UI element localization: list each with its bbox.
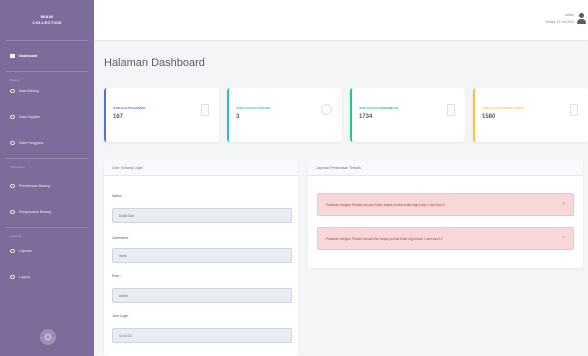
clipboard-icon: [201, 104, 209, 116]
panel-title: Laporan Persediaan Terbaik: [308, 160, 583, 176]
folder-icon: [10, 115, 15, 119]
user-name: Admin: [564, 13, 574, 17]
logout-icon: [10, 275, 15, 279]
page-title: Halaman Dashboard: [104, 57, 205, 69]
toggle-icon: [45, 334, 51, 340]
stat-card-penerimaan: Jumlah Data Penerimaan 1734: [350, 88, 465, 142]
stat-card-supplier: Jumlah Data Supplier 3: [227, 88, 342, 142]
login-time-label: Jam Login :: [112, 314, 131, 318]
user-info[interactable]: Admin Selasa, 12 Juli 2022: [545, 12, 574, 26]
alert-text: Pesanan dengan Pesalin secara Bin tanpa …: [326, 236, 443, 241]
topbar: Admin Selasa, 12 Juli 2022: [94, 0, 588, 40]
stat-value: 3: [236, 114, 240, 120]
role-field[interactable]: admin: [112, 288, 292, 303]
sidebar-toggle-button[interactable]: [40, 329, 56, 345]
clipboard-icon: [447, 104, 455, 116]
panel-title: User Sedang Login: [104, 160, 298, 176]
sidebar-item-label: Laporan: [19, 249, 32, 253]
sidebar-item-penerimaan[interactable]: Penerimaan Barang: [0, 179, 94, 193]
stat-value: 1580: [482, 114, 496, 120]
stat-value: 1734: [359, 114, 373, 120]
role-label: Role :: [112, 274, 122, 278]
report-icon: [10, 249, 15, 253]
report-panel: Laporan Persediaan Terbaik Pesanan denga…: [308, 160, 583, 268]
outbox-icon: [10, 210, 15, 214]
users-icon: [10, 141, 15, 145]
user-login-panel: User Sedang Login Nama : Dwita Sari User…: [104, 160, 298, 356]
sidebar: MIANI COLLECTION Dashboard Master Data B…: [0, 0, 94, 356]
username-label: Username :: [112, 236, 131, 240]
sidebar-item-laporan[interactable]: Laporan: [0, 244, 94, 258]
brand-line2: COLLECTION: [32, 20, 62, 25]
sidebar-item-logout[interactable]: Logout: [0, 270, 94, 284]
dashboard-icon: [10, 54, 15, 58]
sidebar-item-label: Pengeluaran Barang: [19, 210, 52, 214]
alert-text: Pesanan dengan Pesalin secara Robin tanp…: [326, 202, 445, 207]
sidebar-item-label: Data Barang: [19, 89, 39, 93]
stat-label: Jumlah Data Supplier: [236, 106, 271, 110]
sidebar-divider: [6, 40, 88, 41]
supplier-icon: [321, 104, 332, 115]
sidebar-heading: Master: [10, 78, 21, 82]
alert-item: Pesanan dengan Pesalin secara Bin tanpa …: [317, 227, 574, 250]
sidebar-item-dashboard[interactable]: Dashboard: [0, 49, 94, 63]
stat-label: Jumlah Data Barang: [113, 106, 146, 110]
name-field[interactable]: Dwita Sari: [112, 208, 292, 223]
user-date: Selasa, 12 Juli 2022: [545, 20, 574, 24]
sidebar-item-label: Data Pengguna: [19, 141, 44, 145]
clipboard-icon: [570, 104, 578, 116]
name-label: Nama :: [112, 194, 124, 198]
close-icon[interactable]: ×: [562, 236, 565, 241]
stat-card-pengeluaran: Jumlah Data Pengeluaran 1580: [473, 88, 588, 142]
brand-logo[interactable]: MIANI COLLECTION: [0, 0, 94, 40]
sidebar-item-pengeluaran[interactable]: Pengeluaran Barang: [0, 205, 94, 219]
sidebar-item-data-barang[interactable]: Data Barang: [0, 84, 94, 98]
inbox-icon: [10, 184, 15, 188]
close-icon[interactable]: ×: [562, 202, 565, 207]
stat-label: Jumlah Data Penerimaan: [359, 106, 399, 110]
sidebar-item-label: Logout: [19, 275, 30, 279]
stat-label: Jumlah Data Pengeluaran: [482, 106, 525, 110]
alert-item: Pesanan dengan Pesalin secara Robin tanp…: [317, 193, 574, 216]
username-field[interactable]: dwita: [112, 248, 292, 263]
login-time-field[interactable]: 11:44:33: [112, 328, 292, 343]
sidebar-item-label: Data Supplier: [19, 115, 41, 119]
sidebar-item-data-pengguna[interactable]: Data Pengguna: [0, 136, 94, 150]
sidebar-heading: Transaksi: [10, 165, 25, 169]
user-avatar-icon[interactable]: [577, 13, 586, 25]
sidebar-heading: Laporan: [10, 234, 23, 238]
stat-card-barang: Jumlah Data Barang 167: [104, 88, 219, 142]
sidebar-item-label: Penerimaan Barang: [19, 184, 51, 188]
stat-value: 167: [113, 114, 124, 120]
sidebar-item-data-supplier[interactable]: Data Supplier: [0, 110, 94, 124]
sidebar-item-label: Dashboard: [19, 54, 38, 58]
folder-icon: [10, 89, 15, 93]
